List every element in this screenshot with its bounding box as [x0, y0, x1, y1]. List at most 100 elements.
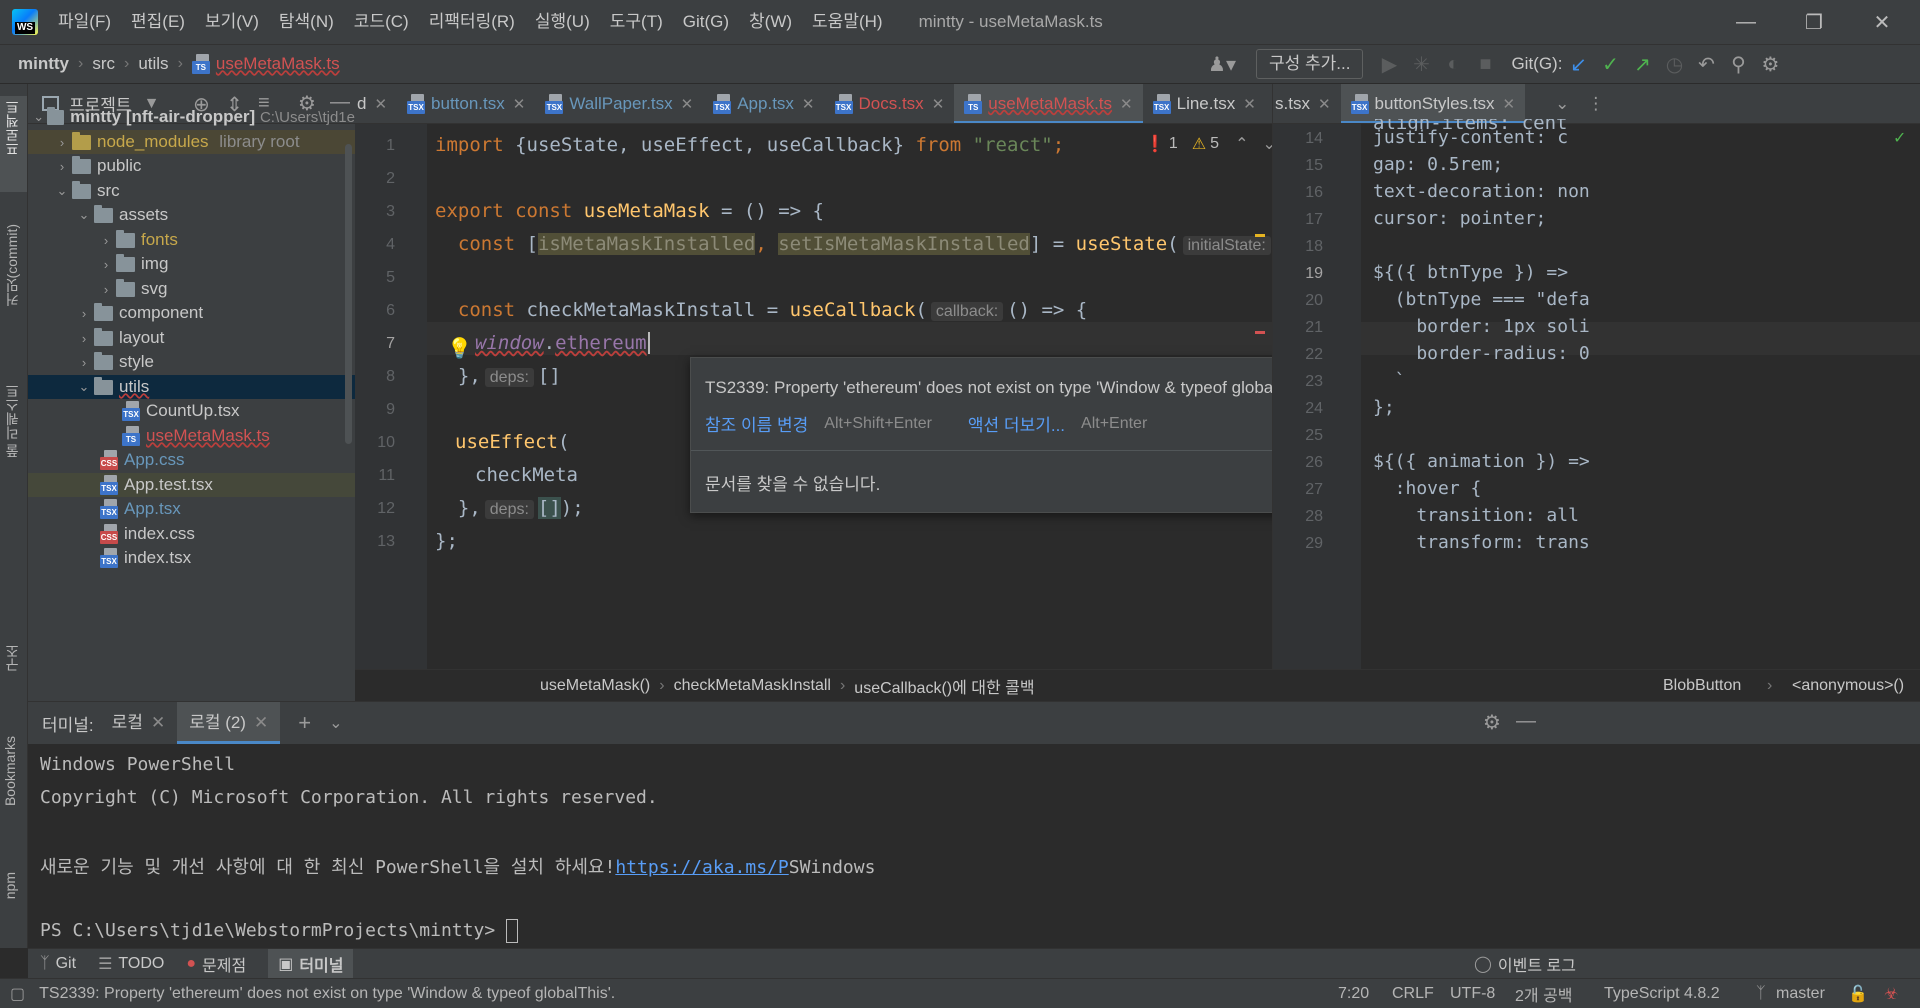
minimize-button[interactable]: — — [1716, 0, 1776, 44]
status-indent[interactable]: 2개 공백 — [1515, 982, 1573, 1006]
tree-item-svg[interactable]: › svg — [28, 277, 355, 301]
tool-terminal[interactable]: ▣ 터미널 — [268, 948, 354, 979]
tool-structure[interactable]: 구조 — [2, 644, 22, 672]
tree-item-assets[interactable]: ⌄ assets — [28, 203, 355, 227]
tabs-more-icon[interactable]: ⋮ — [1581, 84, 1610, 123]
coverage-icon[interactable]: ◐ — [1437, 53, 1469, 76]
terminal-prompt[interactable]: PS C:\Users\tjd1e\WebstormProjects\mintt… — [40, 919, 518, 943]
tree-item-style[interactable]: › style — [28, 350, 355, 374]
status-encoding[interactable]: UTF-8 — [1450, 985, 1495, 1003]
menu-file[interactable]: 파일(F) — [48, 0, 121, 44]
tab-buttonstyles[interactable]: TSX buttonStyles.tsx ✕ — [1340, 84, 1526, 123]
run-icon[interactable]: ▶ — [1373, 52, 1405, 77]
menu-window[interactable]: 창(W) — [739, 0, 802, 44]
lightbulb-icon[interactable]: 💡 — [447, 336, 472, 361]
tool-bookmarks[interactable]: Bookmarks — [2, 736, 18, 806]
tree-item-layout[interactable]: › layout — [28, 326, 355, 350]
tree-item-index-css[interactable]: CSS index.css — [28, 522, 355, 546]
tab-docs[interactable]: TSX Docs.tsx ✕ — [825, 84, 955, 123]
terminal-tab-local[interactable]: 로컬 ✕ — [100, 702, 178, 744]
tabs-dropdown-icon[interactable]: ⌄ — [1543, 84, 1581, 123]
crumb-project[interactable]: mintty — [18, 54, 69, 74]
tab-partial[interactable]: d ✕ — [355, 84, 397, 123]
status-position[interactable]: 7:20 — [1338, 985, 1369, 1003]
crumb-check[interactable]: checkMetaMaskInstall — [674, 677, 831, 695]
tree-root[interactable]: ⌄ mintty [nft-air-dropper] C:\Users\tjd1… — [28, 105, 355, 129]
tree-item-countup[interactable]: TSX CountUp.tsx — [28, 399, 355, 423]
crumb-utils[interactable]: utils — [138, 54, 168, 74]
menu-refactor[interactable]: 리팩터링(R) — [419, 0, 525, 44]
crumb-usemetamask[interactable]: useMetaMask() — [540, 677, 650, 695]
menu-git[interactable]: Git(G) — [673, 0, 739, 44]
menu-help[interactable]: 도움말(H) — [802, 0, 893, 44]
chevron-down-icon[interactable]: ⌄ — [329, 713, 342, 733]
tree-item-fonts[interactable]: › fonts — [28, 228, 355, 252]
tree-item-utils[interactable]: ⌄ utils — [28, 375, 355, 399]
tree-item-public[interactable]: › public — [28, 154, 355, 178]
new-tab-icon[interactable]: + — [298, 710, 311, 736]
tree-item-app-tsx[interactable]: TSX App.tsx — [28, 497, 355, 521]
menu-run[interactable]: 실행(U) — [525, 0, 600, 44]
terminal-link[interactable]: https://aka.ms/P — [615, 857, 788, 878]
tab-partial[interactable]: s.tsx ✕ — [1273, 84, 1341, 123]
close-window-button[interactable]: ✕ — [1852, 0, 1912, 44]
rename-reference-link[interactable]: 참조 이름 변경 — [705, 411, 808, 436]
tool-npm[interactable]: npm — [2, 872, 18, 899]
status-branch[interactable]: master — [1776, 985, 1825, 1003]
tool-event-log[interactable]: ◯ 이벤트 로그 — [1474, 952, 1576, 976]
status-language[interactable]: TypeScript 4.8.2 — [1604, 985, 1720, 1003]
menu-edit[interactable]: 편집(E) — [121, 0, 195, 44]
tree-item-app-test[interactable]: TSX App.test.tsx — [28, 473, 355, 497]
warning-marker[interactable] — [1255, 234, 1265, 237]
git-push-icon[interactable]: ↗ — [1626, 52, 1658, 77]
status-line-ending[interactable]: CRLF — [1392, 985, 1434, 1003]
lock-icon[interactable]: 🔓 — [1848, 984, 1868, 1004]
menu-code[interactable]: 코드(C) — [344, 0, 419, 44]
menu-view[interactable]: 보기(V) — [195, 0, 269, 44]
tree-item-app-css[interactable]: CSS App.css — [28, 448, 355, 472]
terminal-tab-local-2[interactable]: 로컬 (2) ✕ — [177, 702, 281, 744]
restore-button[interactable]: ❐ — [1784, 0, 1844, 44]
rollback-icon[interactable]: ↶ — [1690, 52, 1722, 77]
tree-item-node-modules[interactable]: › node_modules library root — [28, 130, 355, 154]
tool-git[interactable]: ᛉ Git — [40, 955, 76, 973]
tool-pull-requests[interactable]: 풀 리퀘스트 — [2, 384, 22, 458]
status-message[interactable]: TS2339: Property 'ethereum' does not exi… — [39, 985, 615, 1003]
git-commit-icon[interactable]: ✓ — [1594, 52, 1626, 77]
crumb-callback[interactable]: useCallback()에 대한 콜백 — [854, 674, 1034, 698]
history-icon[interactable]: ◷ — [1658, 52, 1690, 77]
tree-item-index-tsx[interactable]: TSX index.tsx — [28, 546, 355, 570]
add-configuration-button[interactable]: 구성 추가... — [1256, 49, 1364, 79]
stop-icon[interactable]: ■ — [1469, 53, 1501, 76]
tool-project[interactable]: 프로젝트 — [2, 100, 22, 156]
user-icon[interactable]: ♟▾ — [1206, 52, 1238, 77]
tool-todo[interactable]: ☰ TODO — [98, 954, 164, 974]
status-frame-icon[interactable]: ▢ — [10, 984, 25, 1004]
tab-line[interactable]: TSX Line.tsx ✕ — [1143, 84, 1266, 123]
crumb-anonymous[interactable]: <anonymous>() — [1792, 677, 1904, 695]
tool-commit[interactable]: 커밋(commit) — [2, 224, 22, 306]
tree-scrollbar[interactable] — [345, 124, 354, 566]
tree-item-src[interactable]: ⌄ src — [28, 179, 355, 203]
tool-problems[interactable]: ● 문제점 — [186, 952, 246, 976]
menu-tools[interactable]: 도구(T) — [600, 0, 673, 44]
tab-wallpaper[interactable]: TSX WallPaper.tsx ✕ — [535, 84, 703, 123]
crumb-src[interactable]: src — [92, 54, 115, 74]
chevron-up-icon[interactable]: ⌃ — [1235, 134, 1248, 154]
debug-icon[interactable]: ✳ — [1405, 52, 1437, 77]
tree-item-component[interactable]: › component — [28, 301, 355, 325]
git-update-icon[interactable]: ↙ — [1562, 52, 1594, 77]
crumb-blobbutton[interactable]: BlobButton — [1663, 677, 1741, 695]
error-marker[interactable] — [1255, 331, 1265, 334]
menu-navigate[interactable]: 탐색(N) — [269, 0, 344, 44]
tab-app-tsx[interactable]: TSX App.tsx ✕ — [703, 84, 824, 123]
settings-icon[interactable]: ⚙ — [1754, 52, 1786, 77]
tree-item-img[interactable]: › img — [28, 252, 355, 276]
hide-icon[interactable]: — — [1516, 710, 1536, 733]
more-actions-link[interactable]: 액션 더보기... — [968, 411, 1065, 436]
inspection-widget[interactable]: ❗ 1 ⚠ 5 ⌃ ⌄ — [1145, 134, 1276, 154]
gear-icon[interactable]: ⚙ — [1483, 710, 1501, 735]
tree-item-usemetamask[interactable]: TS useMetaMask.ts — [28, 424, 355, 448]
crumb-file[interactable]: useMetaMask.ts — [216, 54, 340, 74]
tab-usemetamask[interactable]: TS useMetaMask.ts ✕ — [954, 84, 1143, 123]
